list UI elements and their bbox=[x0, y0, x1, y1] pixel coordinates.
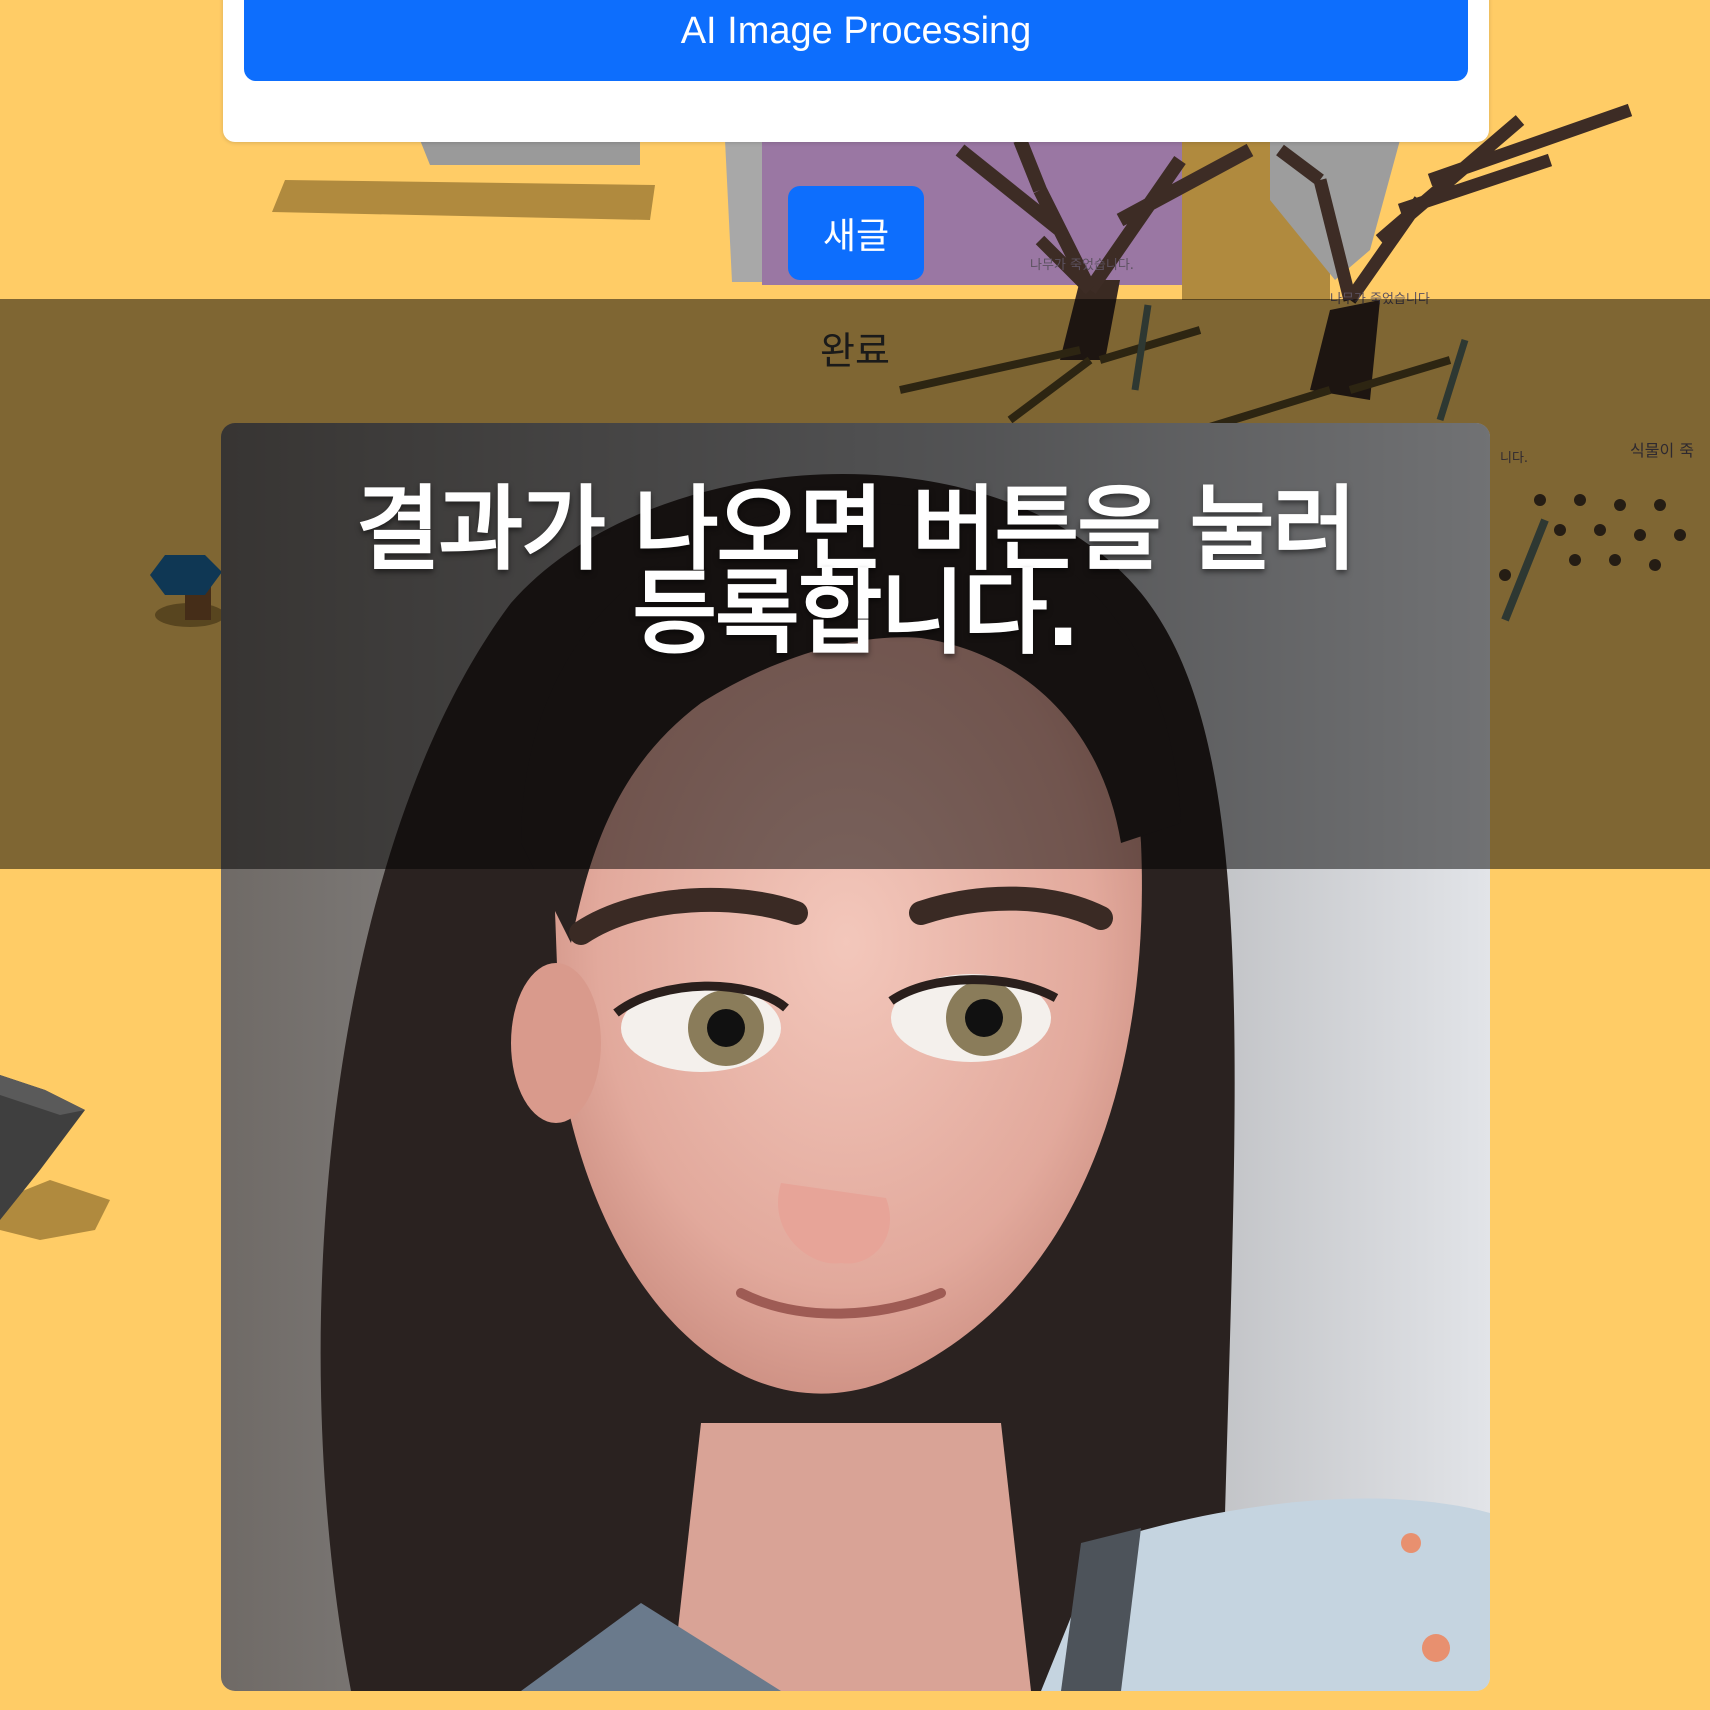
grey-block bbox=[420, 140, 640, 165]
ai-image-processing-button[interactable]: AI Image Processing bbox=[244, 0, 1468, 81]
building-wall-left bbox=[725, 140, 765, 282]
result-image: 결과가 나오면 버튼을 눌러 등록합니다. bbox=[221, 423, 1490, 1691]
instruction-caption-line-2: 등록합니다. bbox=[632, 560, 1080, 667]
rock bbox=[0, 1075, 110, 1240]
ai-processing-card: AI Image Processing bbox=[223, 0, 1489, 142]
neck bbox=[671, 1423, 1031, 1691]
block-shadow bbox=[272, 180, 655, 220]
new-post-button[interactable]: 새글 bbox=[788, 186, 924, 280]
tree-status-label-1: 나무가 죽었습니다. bbox=[1030, 258, 1134, 273]
done-button[interactable]: 완료 bbox=[0, 299, 1710, 395]
